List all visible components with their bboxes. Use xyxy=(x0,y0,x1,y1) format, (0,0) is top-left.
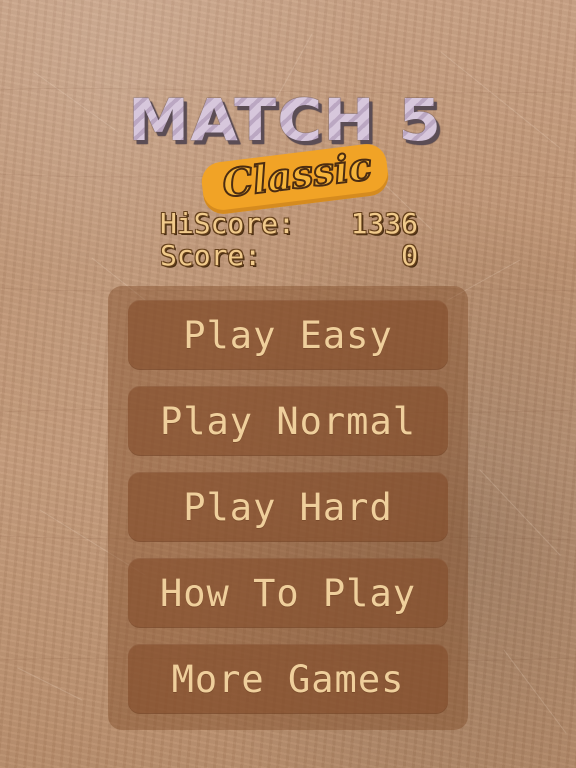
play-hard-button[interactable]: Play Hard xyxy=(128,472,448,542)
score-row: Score: 0 xyxy=(160,240,418,272)
score-label: Score: xyxy=(160,239,262,272)
how-to-play-button[interactable]: How To Play xyxy=(128,558,448,628)
play-hard-label: Play Hard xyxy=(183,485,393,529)
score-panel: HiScore: 1336 Score: 0 xyxy=(160,208,418,272)
more-games-label: More Games xyxy=(171,657,405,701)
hiscore-row: HiScore: 1336 xyxy=(160,208,418,240)
how-to-play-label: How To Play xyxy=(159,571,417,615)
more-games-button[interactable]: More Games xyxy=(128,644,448,714)
game-title: MATCH 5 xyxy=(128,86,443,154)
play-easy-button[interactable]: Play Easy xyxy=(128,300,448,370)
play-easy-label: Play Easy xyxy=(183,313,393,357)
score-value: 0 xyxy=(401,239,418,272)
hiscore-value: 1336 xyxy=(350,207,418,240)
hiscore-label: HiScore: xyxy=(160,207,295,240)
play-normal-button[interactable]: Play Normal xyxy=(128,386,448,456)
play-normal-label: Play Normal xyxy=(159,399,417,443)
